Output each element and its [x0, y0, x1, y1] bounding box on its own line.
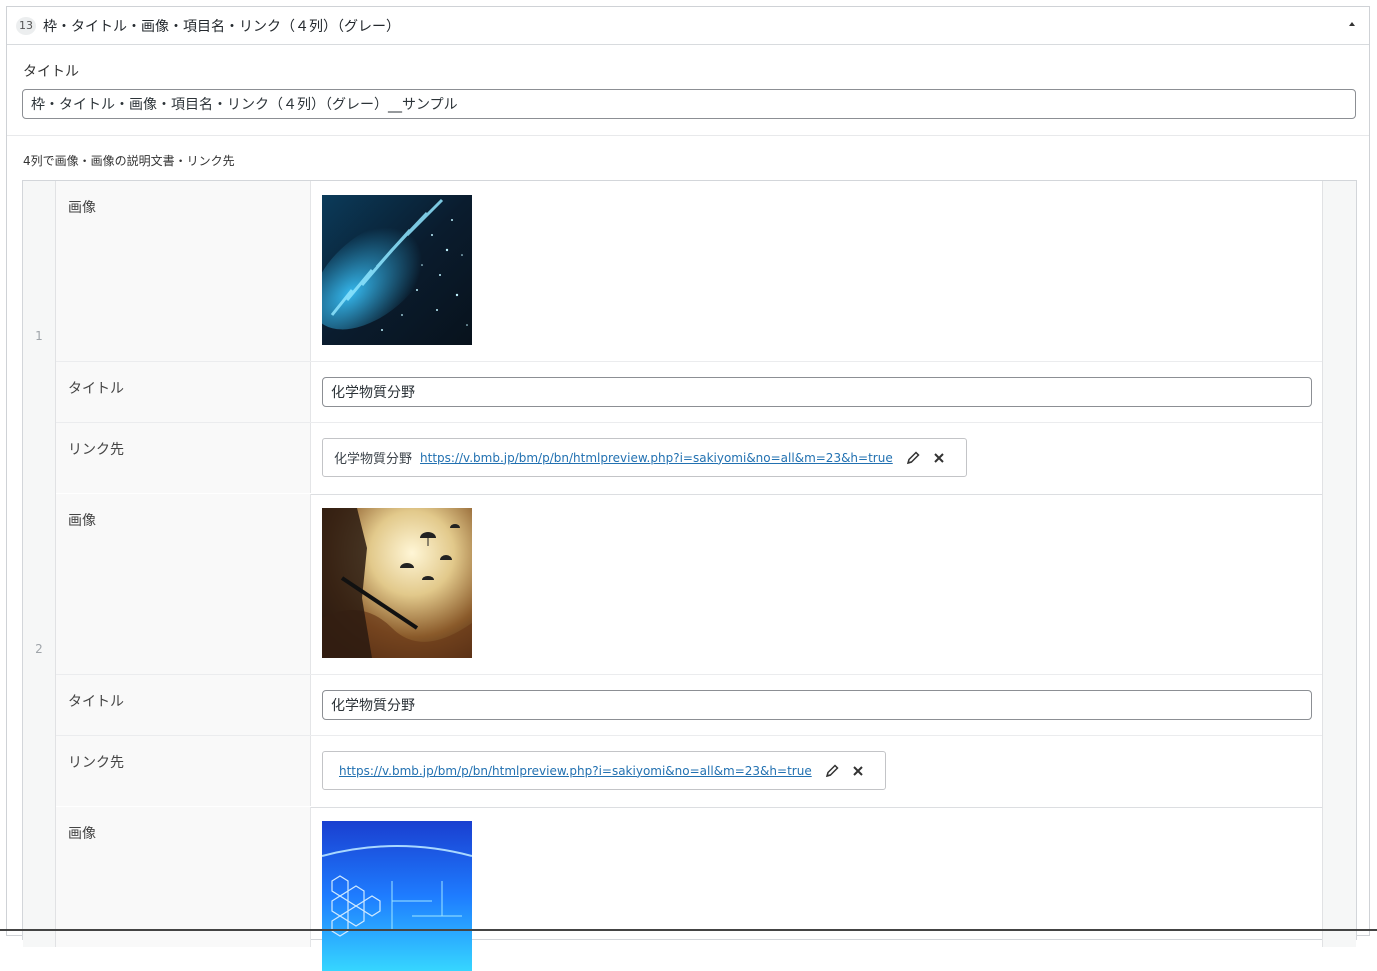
- title-label: タイトル: [68, 694, 124, 710]
- link-label: リンク先: [68, 755, 124, 771]
- image-subfield: 画像: [56, 494, 1322, 675]
- layout-header[interactable]: 13 枠・タイトル・画像・項目名・リンク（４列）（グレー）: [7, 7, 1369, 45]
- repeater-table: 1 画像 タイトル 化学物質分野 リンク先 化学物質分野 https://v.b…: [22, 180, 1357, 971]
- link-subfield: リンク先 https://v.bmb.jp/bm/p/bn/htmlprevie…: [56, 736, 1322, 806]
- link-label: リンク先: [68, 442, 124, 458]
- row-title-input[interactable]: [322, 690, 1312, 720]
- link-url[interactable]: https://v.bmb.jp/bm/p/bn/htmlpreview.php…: [339, 764, 812, 778]
- link-box: 化学物質分野 https://v.bmb.jp/bm/p/bn/htmlprev…: [322, 438, 967, 477]
- link-label-cell: リンク先: [56, 423, 311, 493]
- row-index: 1: [35, 329, 43, 343]
- row-index: 2: [35, 642, 43, 656]
- row-title-input[interactable]: [322, 377, 1312, 407]
- row-drag-handle[interactable]: 1: [23, 181, 56, 494]
- close-icon[interactable]: [931, 450, 947, 466]
- title-label-cell: タイトル: [56, 362, 311, 422]
- repeater-row: 画像: [23, 807, 1356, 971]
- layout-title: 枠・タイトル・画像・項目名・リンク（４列）（グレー）: [43, 19, 400, 35]
- title-input[interactable]: [22, 89, 1356, 119]
- link-box: https://v.bmb.jp/bm/p/bn/htmlpreview.php…: [322, 751, 886, 790]
- row-actions-column[interactable]: [1322, 181, 1356, 494]
- title-field-label: タイトル: [23, 64, 79, 80]
- close-icon[interactable]: [850, 763, 866, 779]
- row-actions-column[interactable]: [1322, 494, 1356, 807]
- title-subfield: タイトル: [56, 675, 1322, 736]
- dna-strand-image[interactable]: [322, 195, 472, 345]
- image-value-cell: [311, 181, 1322, 361]
- title-value-cell: [311, 675, 1322, 735]
- image-label-cell: 画像: [56, 494, 311, 674]
- image-label: 画像: [68, 826, 96, 842]
- row-actions-column[interactable]: [1322, 807, 1356, 947]
- repeater-label: 4列で画像・画像の説明文書・リンク先: [23, 154, 235, 168]
- link-url[interactable]: https://v.bmb.jp/bm/p/bn/htmlpreview.php…: [420, 451, 893, 465]
- image-subfield: 画像: [56, 181, 1322, 362]
- collapse-icon[interactable]: [1349, 22, 1355, 26]
- link-title: 化学物質分野: [334, 452, 413, 467]
- link-value-cell: https://v.bmb.jp/bm/p/bn/htmlpreview.php…: [311, 736, 1322, 806]
- image-label: 画像: [68, 513, 96, 529]
- hexagon-tech-image[interactable]: [322, 821, 472, 971]
- image-value-cell: [311, 494, 1322, 674]
- image-subfield: 画像: [56, 807, 1322, 971]
- link-label-cell: リンク先: [56, 736, 311, 806]
- row-drag-handle[interactable]: 2: [23, 494, 56, 807]
- title-label: タイトル: [68, 381, 124, 397]
- image-value-cell: [311, 807, 1322, 971]
- soldier-paratroopers-image[interactable]: [322, 508, 472, 658]
- pencil-icon[interactable]: [824, 763, 840, 779]
- title-value-cell: [311, 362, 1322, 422]
- image-label-cell: 画像: [56, 807, 311, 947]
- title-subfield: タイトル: [56, 362, 1322, 423]
- row-drag-handle[interactable]: [23, 807, 56, 947]
- image-label: 画像: [68, 200, 96, 216]
- title-label-cell: タイトル: [56, 675, 311, 735]
- flexible-content-layout-panel: 13 枠・タイトル・画像・項目名・リンク（４列）（グレー） タイトル 4列で画像…: [6, 6, 1370, 971]
- repeater-row: 1 画像 タイトル 化学物質分野 リンク先 化学物質分野 https://v.b…: [23, 181, 1356, 495]
- layout-order-badge: 13: [16, 17, 36, 35]
- image-label-cell: 画像: [56, 181, 311, 361]
- link-subfield: リンク先 化学物質分野 https://v.bmb.jp/bm/p/bn/htm…: [56, 423, 1322, 493]
- link-value-cell: 化学物質分野 https://v.bmb.jp/bm/p/bn/htmlprev…: [311, 423, 1322, 493]
- repeater-row: 2 画像 タイトル 化学物質分野 リンク先 https://v.bmb.jp/b…: [23, 494, 1356, 808]
- pencil-icon[interactable]: [905, 450, 921, 466]
- title-field: タイトル: [7, 45, 1369, 136]
